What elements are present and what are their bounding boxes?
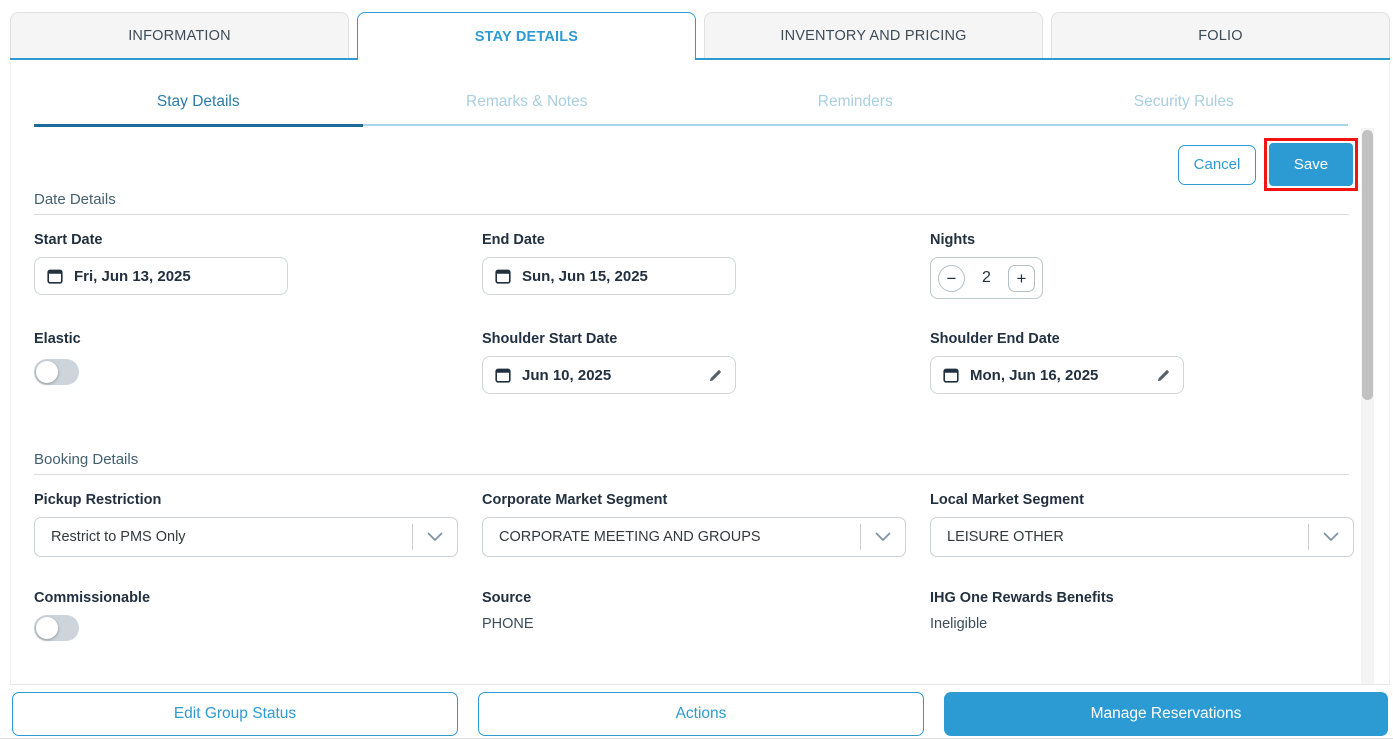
calendar-icon [495,367,511,383]
booking-details-section: Booking Details Pickup Restriction Restr… [34,451,1349,641]
shoulder-end-date-label: Shoulder End Date [930,331,1349,347]
rewards-benefits-label: IHG One Rewards Benefits [930,590,1349,606]
source-label: Source [482,590,930,606]
shoulder-start-date-field[interactable]: Jun 10, 2025 [482,356,736,394]
start-date-value: Fri, Jun 13, 2025 [74,268,191,285]
tab-stay-details[interactable]: STAY DETAILS [357,12,696,60]
footer-action-bar: Edit Group Status Actions Manage Reserva… [12,692,1388,736]
tab-inventory-and-pricing[interactable]: INVENTORY AND PRICING [704,12,1043,58]
section-title-date-details: Date Details [34,191,1349,215]
dropdown-divider [412,524,413,550]
edit-group-status-button[interactable]: Edit Group Status [12,692,458,736]
subtab-security-rules[interactable]: Security Rules [1020,93,1349,126]
chevron-down-icon [427,532,443,542]
local-market-segment-value: LEISURE OTHER [947,529,1064,545]
end-date-field[interactable]: Sun, Jun 15, 2025 [482,257,736,295]
main-tab-bar: INFORMATION STAY DETAILS INVENTORY AND P… [10,12,1390,60]
vertical-scrollbar-thumb[interactable] [1362,130,1373,400]
pickup-restriction-value: Restrict to PMS Only [51,529,186,545]
commissionable-label: Commissionable [34,590,482,606]
local-market-segment-dropdown[interactable]: LEISURE OTHER [930,517,1354,557]
corporate-market-segment-dropdown[interactable]: CORPORATE MEETING AND GROUPS [482,517,906,557]
edit-pencil-icon[interactable] [1156,368,1171,383]
tab-information[interactable]: INFORMATION [10,12,349,58]
sub-tab-bar: Stay Details Remarks & Notes Reminders S… [34,93,1348,126]
actions-button[interactable]: Actions [478,692,924,736]
shoulder-start-date-value: Jun 10, 2025 [522,367,611,384]
rewards-benefits-value: Ineligible [930,616,1349,632]
corporate-market-segment-label: Corporate Market Segment [482,492,930,508]
commissionable-toggle[interactable] [34,615,79,641]
shoulder-end-date-field[interactable]: Mon, Jun 16, 2025 [930,356,1184,394]
calendar-icon [943,367,959,383]
elastic-label: Elastic [34,331,482,347]
cancel-button[interactable]: Cancel [1178,145,1256,185]
form-action-row: Cancel Save [1178,143,1353,186]
save-button[interactable]: Save [1269,143,1353,186]
date-details-row-1: Start Date Fri, Jun 13, 2025 End Date [34,232,1349,299]
subtab-remarks-notes[interactable]: Remarks & Notes [363,93,692,126]
section-title-booking-details: Booking Details [34,451,1349,475]
booking-details-row-1: Pickup Restriction Restrict to PMS Only … [34,492,1349,557]
chevron-down-icon [875,532,891,542]
calendar-icon [47,268,63,284]
start-date-field[interactable]: Fri, Jun 13, 2025 [34,257,288,295]
vertical-scrollbar-track[interactable] [1361,128,1374,684]
booking-details-row-2: Commissionable Source PHONE IHG One Rewa… [34,590,1349,641]
corporate-market-segment-value: CORPORATE MEETING AND GROUPS [499,529,761,545]
source-value: PHONE [482,616,930,632]
chevron-down-icon [1323,532,1339,542]
local-market-segment-label: Local Market Segment [930,492,1349,508]
date-details-section: Date Details Start Date Fri, Jun 13, 202… [34,191,1349,394]
nights-decrement-button[interactable]: − [938,265,965,292]
dropdown-divider [1308,524,1309,550]
shoulder-end-date-value: Mon, Jun 16, 2025 [970,367,1098,384]
save-button-wrapper: Save [1269,143,1353,186]
nights-increment-button[interactable]: + [1008,265,1035,292]
elastic-toggle[interactable] [34,359,79,385]
stay-details-page: INFORMATION STAY DETAILS INVENTORY AND P… [0,0,1393,739]
start-date-label: Start Date [34,232,482,248]
nights-label: Nights [930,232,1349,248]
end-date-label: End Date [482,232,930,248]
pickup-restriction-label: Pickup Restriction [34,492,482,508]
manage-reservations-button[interactable]: Manage Reservations [944,692,1388,736]
subtab-reminders[interactable]: Reminders [691,93,1020,126]
toggle-knob [36,617,58,639]
subtab-stay-details[interactable]: Stay Details [34,93,363,127]
toggle-knob [36,361,58,383]
calendar-icon [495,268,511,284]
pickup-restriction-dropdown[interactable]: Restrict to PMS Only [34,517,458,557]
nights-stepper: − 2 + [930,257,1043,299]
content-panel: Stay Details Remarks & Notes Reminders S… [10,62,1390,685]
end-date-value: Sun, Jun 15, 2025 [522,268,648,285]
edit-pencil-icon[interactable] [708,368,723,383]
tab-folio[interactable]: FOLIO [1051,12,1390,58]
date-details-row-2: Elastic Shoulder Start Date Jun 10, 2025 [34,331,1349,394]
shoulder-start-date-label: Shoulder Start Date [482,331,930,347]
dropdown-divider [860,524,861,550]
nights-value: 2 [982,269,991,287]
